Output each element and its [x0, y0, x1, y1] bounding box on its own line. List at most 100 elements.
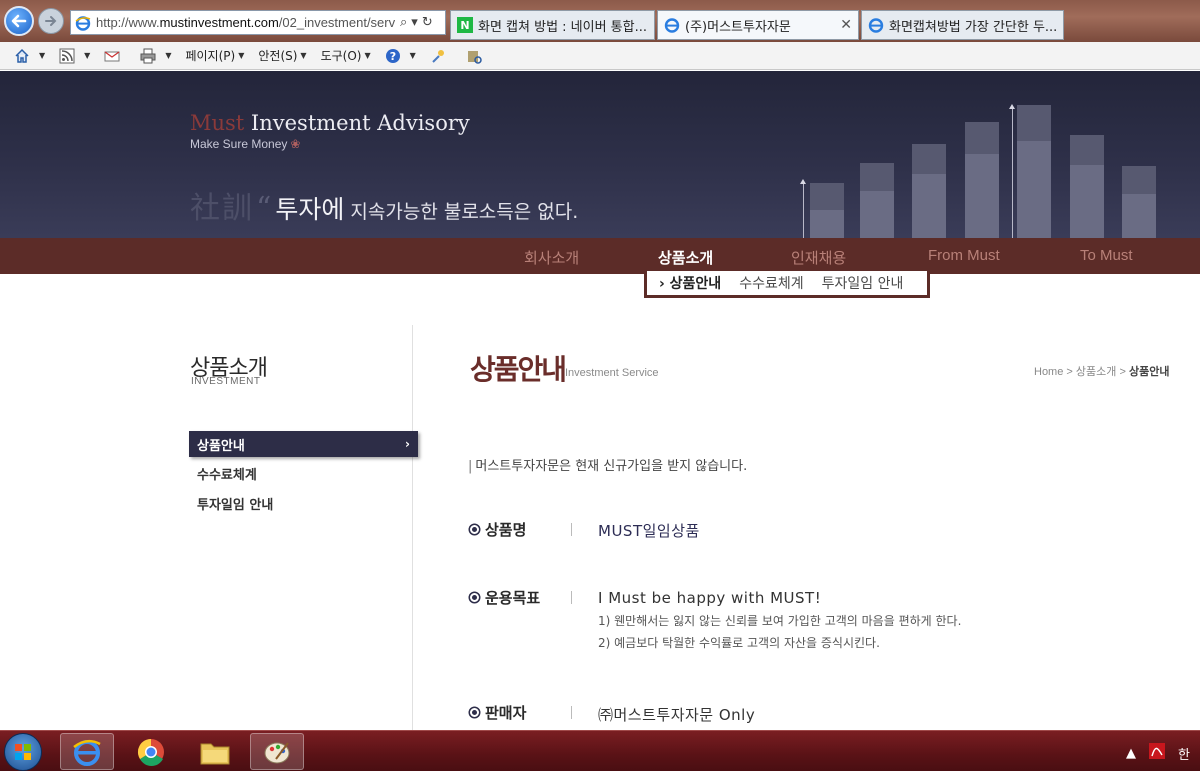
taskbar-ie-button[interactable]	[60, 733, 114, 770]
command-bar: ▼ ▼ ▼ 페이지(P) ▼ 안전(S) ▼ 도구(O) ▼ ? ▼	[0, 42, 1200, 70]
tools-menu-label: 도구(O)	[320, 49, 362, 63]
decor-bar	[1017, 105, 1051, 238]
tools-menu[interactable]: 도구(O) ▼	[321, 47, 371, 64]
taskbar-explorer-button[interactable]	[188, 733, 242, 770]
help-icon: ?	[385, 48, 400, 63]
logo-must: Must	[190, 111, 245, 135]
chevron-down-icon[interactable]: ▼	[410, 51, 416, 60]
page-menu[interactable]: 페이지(P) ▼	[185, 47, 244, 64]
forward-button[interactable]	[38, 8, 64, 34]
paint-palette-icon	[264, 741, 290, 763]
decor-bar	[860, 163, 894, 238]
tagline: Make Sure Money ❀	[190, 137, 300, 151]
print-button[interactable]: ▼	[140, 48, 171, 64]
sidebar-item-label: 상품안내	[197, 438, 245, 454]
research-icon	[432, 49, 444, 63]
taskbar: ▲ 한	[0, 730, 1200, 771]
mail-button[interactable]	[104, 48, 126, 64]
sidebar-item-product-info[interactable]: 상품안내 ›	[189, 431, 418, 457]
header-bar-graphic	[800, 101, 1180, 238]
sidebar-item-discretionary[interactable]: 투자일임 안내	[189, 490, 418, 516]
ie-icon	[75, 15, 91, 31]
submenu-item-product-info[interactable]: 상품안내	[659, 273, 722, 293]
refresh-icon[interactable]: ↻	[422, 15, 433, 30]
safety-menu[interactable]: 안전(S) ▼	[258, 47, 306, 64]
breadcrumb-parent[interactable]: 상품소개	[1076, 366, 1116, 378]
ie-icon	[868, 18, 884, 33]
search-icon[interactable]: ⌕	[400, 15, 407, 30]
sidebar-subtitle: INVESTMENT	[191, 376, 261, 387]
row-separator	[571, 591, 572, 604]
start-button[interactable]	[4, 733, 42, 771]
motto-hanja: 社訓	[190, 191, 254, 226]
submenu-item-fees[interactable]: 수수료체계	[739, 273, 803, 293]
tagline-text: Make Sure Money	[190, 137, 288, 151]
notice-text: 머스트투자자문은 현재 신규가입을 받지 않습니다.	[468, 455, 747, 474]
company-motto: 社訓“ 투자에 지속가능한 불로소득은 없다.	[190, 183, 578, 227]
nav-item-from-must[interactable]: From Must	[928, 247, 1000, 264]
nav-item-careers[interactable]: 인재채용	[791, 247, 846, 268]
submenu-item-discretionary[interactable]: 투자일임 안내	[822, 273, 904, 293]
input-language-indicator[interactable]: 한	[1178, 744, 1190, 763]
tab-label: 화면캡쳐방법 가장 간단한 두...	[889, 19, 1058, 35]
rss-icon	[59, 48, 75, 63]
seller-value: ㈜머스트투자자문 Only	[598, 706, 756, 724]
sidebar-item-fees[interactable]: 수수료체계	[189, 460, 418, 486]
svg-text:?: ?	[389, 50, 395, 63]
chevron-down-icon[interactable]: ▼	[165, 51, 171, 60]
page-title: 상품안내	[470, 353, 567, 386]
research-button[interactable]	[430, 48, 452, 64]
pdf-reader-icon[interactable]	[1148, 742, 1166, 764]
decor-bar	[1070, 135, 1104, 238]
row-separator	[571, 523, 572, 536]
help-button[interactable]: ? ▼	[385, 48, 416, 64]
chrome-icon	[137, 738, 164, 766]
decor-bar	[1122, 166, 1156, 238]
chevron-down-icon: ▼	[364, 51, 371, 60]
row-separator	[571, 706, 572, 719]
tab-must-investment[interactable]: (주)머스트투자자문 ✕	[657, 10, 859, 40]
ie-icon	[664, 18, 680, 33]
show-hidden-icons[interactable]: ▲	[1126, 746, 1136, 761]
breadcrumb-current: 상품안내	[1128, 366, 1170, 378]
addon-button[interactable]	[466, 48, 488, 64]
breadcrumb-home[interactable]: Home	[1034, 366, 1063, 378]
back-button[interactable]	[4, 6, 34, 36]
dropdown-caret-icon[interactable]: ▾	[411, 15, 418, 30]
printer-icon	[140, 48, 156, 63]
address-bar[interactable]: http://www.mustinvestment.com/02_investm…	[70, 10, 446, 35]
row-label-text: 운용목표	[485, 589, 541, 607]
home-icon	[15, 48, 29, 63]
breadcrumb-separator: >	[1066, 366, 1073, 378]
close-tab-icon[interactable]: ✕	[834, 17, 852, 33]
taskbar-paint-button[interactable]	[250, 733, 304, 770]
product-name-label: 상품명	[470, 519, 526, 540]
page-subtitle: Investment Service	[565, 367, 659, 379]
tab-naver[interactable]: N 화면 캡쳐 방법 : 네이버 통합...	[450, 10, 655, 40]
products-submenu: 상품안내 수수료체계 투자일임 안내	[644, 271, 930, 298]
site-logo[interactable]: Must Investment Advisory	[190, 111, 470, 135]
back-arrow-icon	[11, 14, 27, 28]
tab-label: (주)머스트투자자문	[685, 19, 791, 35]
chevron-down-icon: ▼	[238, 51, 245, 60]
feeds-button[interactable]: ▼	[59, 48, 90, 64]
goal-label: 운용목표	[470, 587, 540, 608]
nav-item-to-must[interactable]: To Must	[1080, 247, 1133, 264]
nav-item-products[interactable]: 상품소개	[658, 247, 713, 268]
tab-capture-guide[interactable]: 화면캡쳐방법 가장 간단한 두...	[861, 10, 1064, 40]
chevron-down-icon[interactable]: ▼	[39, 51, 45, 60]
sidebar-item-label: 투자일임 안내	[197, 497, 274, 513]
motto-small: 지속가능한 불로소득은 없다.	[344, 201, 579, 223]
breadcrumb-separator: >	[1119, 366, 1126, 378]
home-button[interactable]: ▼	[14, 48, 45, 64]
chevron-down-icon[interactable]: ▼	[84, 51, 90, 60]
safety-menu-label: 안전(S)	[258, 49, 298, 63]
url-text[interactable]: http://www.mustinvestment.com/02_investm…	[96, 15, 396, 30]
flower-icon: ❀	[290, 137, 301, 151]
nav-item-company[interactable]: 회사소개	[524, 247, 579, 268]
folder-icon	[200, 743, 230, 764]
taskbar-chrome-button[interactable]	[124, 733, 178, 770]
url-host: mustinvestment.com	[159, 15, 279, 30]
naver-icon: N	[457, 17, 473, 33]
page-menu-label: 페이지(P)	[185, 49, 236, 63]
